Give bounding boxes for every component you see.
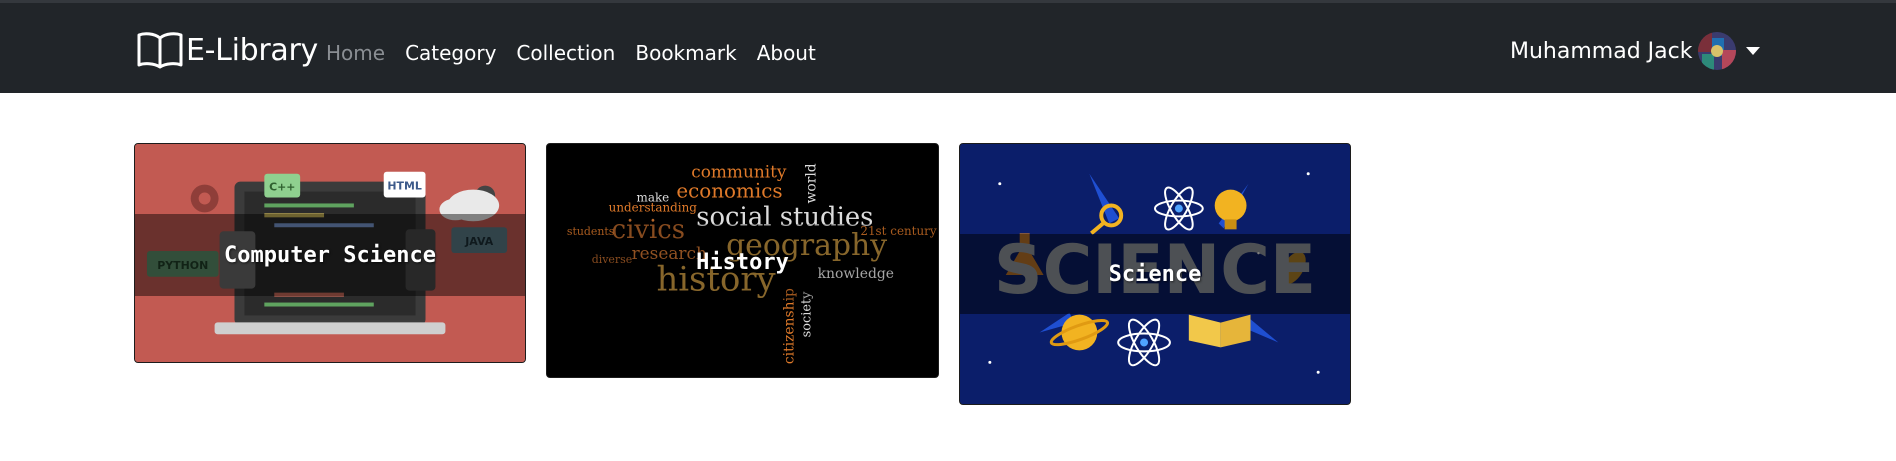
avatar (1698, 32, 1737, 70)
card-title-band: History (547, 224, 938, 300)
word-make: make (637, 191, 670, 205)
word-economics: economics (676, 180, 782, 203)
category-card-computer-science[interactable]: C++ HTML PYTHON JAVA Computer Science (134, 143, 526, 363)
word-world: world (804, 163, 820, 203)
chevron-down-icon (1746, 47, 1761, 55)
html-label: HTML (387, 180, 421, 193)
user-menu-toggle[interactable]: Muhammad Jack (1510, 31, 1761, 71)
card-title: History (696, 249, 789, 275)
card-title-band: Computer Science (135, 214, 525, 296)
category-card-science[interactable]: SCIENCE Science (959, 143, 1351, 405)
brand-link[interactable]: E-Library (136, 27, 318, 73)
open-book-icon (137, 32, 183, 69)
cpp-label: C++ (269, 181, 295, 194)
nav-link-home[interactable]: Home (326, 40, 385, 66)
category-card-history[interactable]: community economics social studies civic… (546, 143, 939, 378)
card-title: Science (1108, 261, 1202, 287)
nav-link-about[interactable]: About (757, 40, 816, 66)
nav-link-bookmark[interactable]: Bookmark (635, 40, 736, 66)
card-title: Computer Science (224, 242, 436, 268)
brand-title: E-Library (186, 32, 318, 68)
nav-link-collection[interactable]: Collection (516, 40, 615, 66)
nav-link-category[interactable]: Category (405, 40, 496, 66)
user-name: Muhammad Jack (1510, 38, 1693, 64)
nav-links: Home Category Collection Bookmark About (326, 40, 836, 66)
card-title-band: Science (960, 234, 1350, 314)
navbar: E-Library Home Category Collection Bookm… (0, 0, 1896, 93)
